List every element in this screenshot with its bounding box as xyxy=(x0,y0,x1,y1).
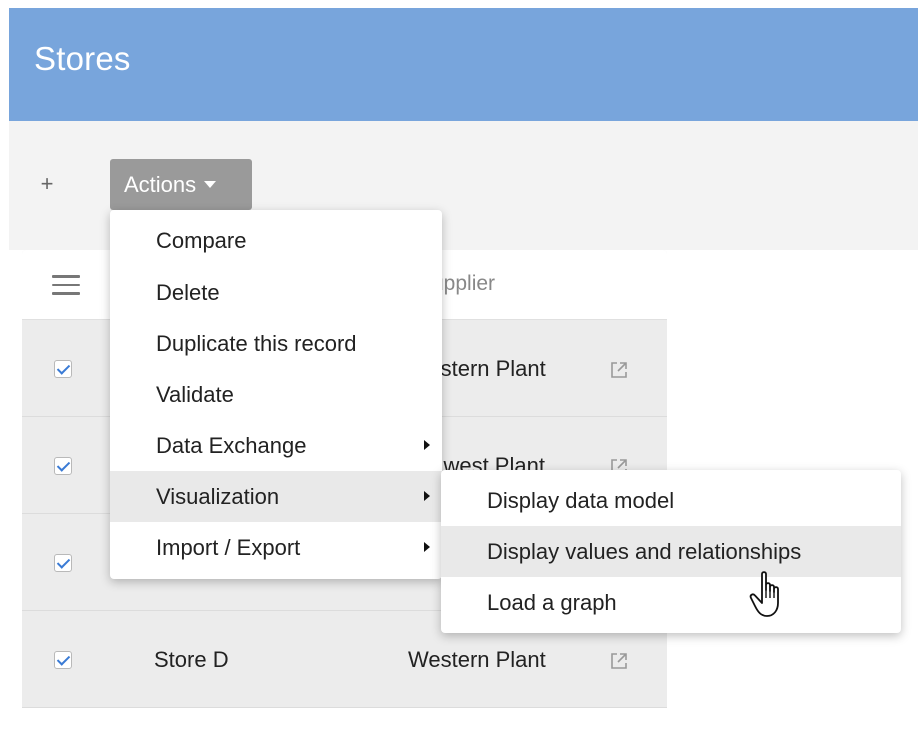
row-checkbox[interactable] xyxy=(54,457,72,475)
hand-pointer-cursor-icon xyxy=(749,571,779,617)
visualization-submenu: Display data model Display values and re… xyxy=(441,470,901,633)
menu-item-validate[interactable]: Validate xyxy=(110,369,442,420)
actions-button-label: Actions xyxy=(124,172,197,197)
submenu-item-display-values-relationships[interactable]: Display values and relationships xyxy=(441,526,901,577)
menu-item-label: Data Exchange xyxy=(156,433,307,458)
submenu-item-label: Load a graph xyxy=(487,590,617,615)
chevron-right-icon xyxy=(424,542,430,552)
add-button[interactable]: + xyxy=(34,170,60,198)
menu-item-label: Delete xyxy=(156,280,220,305)
caret-down-icon xyxy=(204,180,217,188)
cell-supplier: Western Plant xyxy=(408,647,546,672)
external-link-icon[interactable] xyxy=(609,651,629,671)
menu-item-visualization[interactable]: Visualization xyxy=(110,471,442,522)
menu-item-data-exchange[interactable]: Data Exchange xyxy=(110,420,442,471)
actions-dropdown-menu: Compare Delete Duplicate this record Val… xyxy=(110,210,442,579)
window-edge xyxy=(0,0,9,745)
app-window: Stores + Actions Supplier Western Plant … xyxy=(0,0,918,745)
menu-item-label: Visualization xyxy=(156,484,280,509)
menu-item-compare[interactable]: Compare xyxy=(110,215,442,266)
submenu-item-label: Display values and relationships xyxy=(487,539,802,564)
submenu-item-display-data-model[interactable]: Display data model xyxy=(441,475,901,526)
cell-store-name: Store D xyxy=(154,647,229,672)
submenu-item-load-graph[interactable]: Load a graph xyxy=(441,577,901,628)
menu-item-delete[interactable]: Delete xyxy=(110,267,442,318)
row-checkbox[interactable] xyxy=(54,651,72,669)
page-title: Stores xyxy=(34,40,131,77)
menu-item-label: Duplicate this record xyxy=(156,331,357,356)
page-header: Stores xyxy=(9,8,918,121)
chevron-right-icon xyxy=(424,491,430,501)
menu-item-label: Import / Export xyxy=(156,535,301,560)
row-checkbox[interactable] xyxy=(54,360,72,378)
actions-button[interactable]: Actions xyxy=(110,159,252,210)
chevron-right-icon xyxy=(424,440,430,450)
menu-item-duplicate[interactable]: Duplicate this record xyxy=(110,318,442,369)
menu-item-label: Validate xyxy=(156,382,234,407)
external-link-icon[interactable] xyxy=(609,360,629,380)
hamburger-menu-icon[interactable] xyxy=(52,275,80,295)
row-checkbox[interactable] xyxy=(54,554,72,572)
menu-item-import-export[interactable]: Import / Export xyxy=(110,522,442,573)
menu-item-label: Compare xyxy=(156,228,247,253)
submenu-item-label: Display data model xyxy=(487,488,675,513)
